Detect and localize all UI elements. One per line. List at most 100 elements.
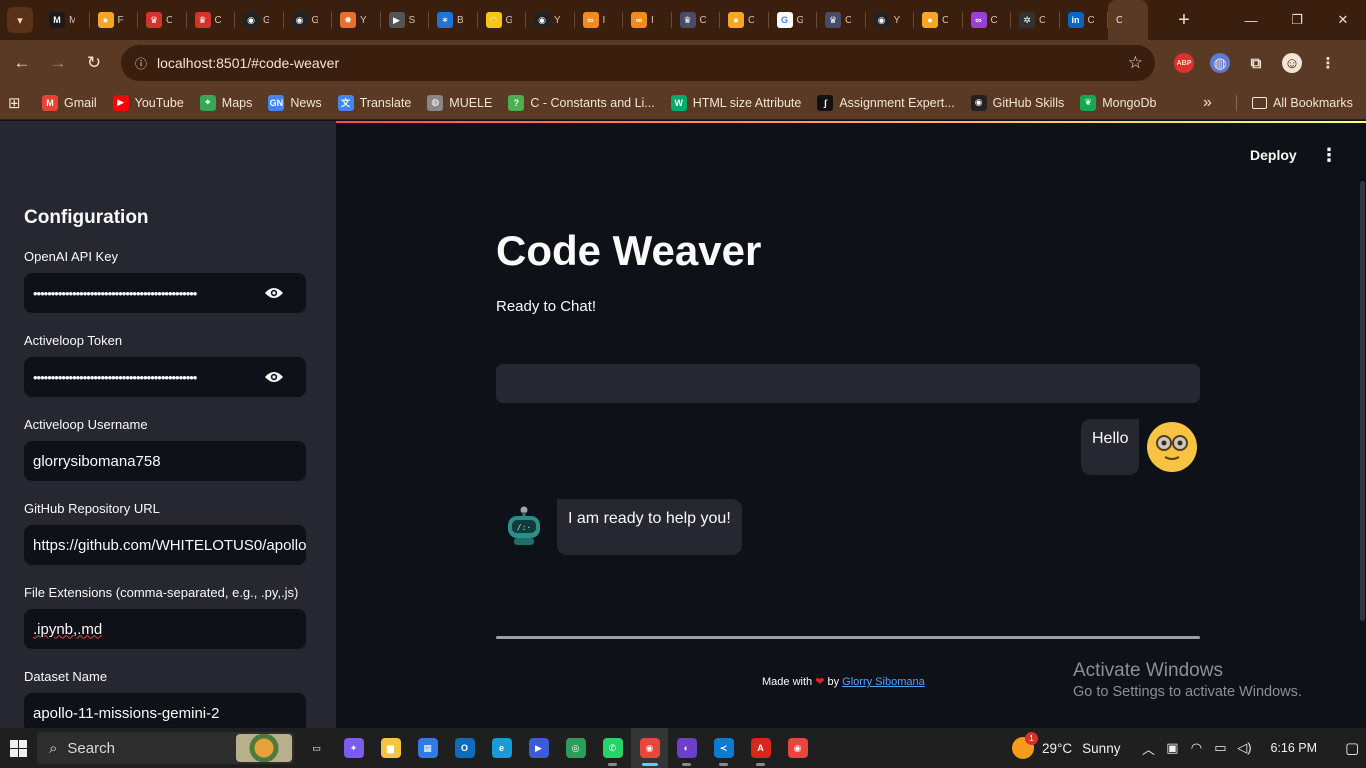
- all-bookmarks-button[interactable]: All Bookmarks: [1244, 89, 1361, 117]
- bookmark-item[interactable]: ◉ GitHub Skills: [963, 89, 1073, 117]
- browser-tab[interactable]: ◠ G: [478, 0, 527, 40]
- file-extensions-input[interactable]: .ipynb,.md: [24, 609, 306, 649]
- bookmark-item[interactable]: GN News: [260, 89, 329, 117]
- active-tab[interactable]: C: [1108, 0, 1148, 40]
- browser-tab[interactable]: ◉ G: [284, 0, 333, 40]
- taskbar-app[interactable]: ◐: [668, 728, 705, 768]
- browser-tab[interactable]: ◉ Y: [526, 0, 575, 40]
- taskbar-app[interactable]: ✆: [594, 728, 631, 768]
- openai-key-input[interactable]: ••••••••••••••••••••••••••••••••••••••••…: [24, 273, 306, 313]
- apps-grid-icon[interactable]: ⊞: [8, 94, 34, 112]
- tab-title: C: [990, 14, 997, 26]
- browser-tab[interactable]: ◉ Y: [866, 0, 915, 40]
- bookmark-item[interactable]: W HTML size Attribute: [663, 89, 810, 117]
- github-desktop-icon: ◐: [676, 738, 697, 758]
- tab-search-icon[interactable]: ▾: [7, 7, 33, 33]
- adblock-icon[interactable]: ABP: [1166, 45, 1202, 81]
- forward-button[interactable]: →: [40, 45, 76, 81]
- taskbar-app[interactable]: ▆: [372, 728, 409, 768]
- battery-icon[interactable]: ▭: [1208, 740, 1232, 756]
- user-message-text: Hello: [1092, 430, 1129, 447]
- bookmark-item[interactable]: ? C - Constants and Li...: [500, 89, 662, 117]
- volume-icon[interactable]: ◁): [1232, 740, 1256, 756]
- chrome-profile-icon: ◉: [787, 738, 808, 758]
- chat-input[interactable]: [496, 364, 1200, 403]
- browser-tab[interactable]: ∞ I: [623, 0, 672, 40]
- activeloop-token-input[interactable]: ••••••••••••••••••••••••••••••••••••••••…: [24, 357, 306, 397]
- reload-button[interactable]: ↻: [76, 45, 112, 81]
- weather-sun-icon[interactable]: 1: [1012, 732, 1038, 759]
- puzzle-icon[interactable]: ⧉: [1238, 45, 1274, 81]
- bookmark-label: MongoDb: [1102, 95, 1157, 110]
- taskbar-app[interactable]: ▶: [520, 728, 557, 768]
- taskbar-app[interactable]: ▦: [409, 728, 446, 768]
- weather-temp[interactable]: 29°C: [1042, 741, 1072, 756]
- clock[interactable]: 6:16 PM: [1270, 741, 1317, 755]
- show-password-eye-icon[interactable]: [264, 368, 284, 386]
- scrollbar[interactable]: [1360, 181, 1365, 621]
- taskbar-app[interactable]: O: [446, 728, 483, 768]
- address-bar[interactable]: ⓘ localhost:8501/#code-weaver ☆: [121, 45, 1155, 81]
- taskbar-app[interactable]: ▭: [298, 728, 335, 768]
- browser-tab[interactable]: ♛ C: [187, 0, 236, 40]
- show-password-eye-icon[interactable]: [264, 284, 284, 302]
- bookmark-item[interactable]: ▶ YouTube: [105, 89, 192, 117]
- browser-tab[interactable]: ● F: [90, 0, 139, 40]
- browser-tab[interactable]: ● C: [720, 0, 769, 40]
- browser-tab[interactable]: ▶ S: [381, 0, 430, 40]
- taskbar-app[interactable]: A: [742, 728, 779, 768]
- new-tab-button[interactable]: +: [1172, 9, 1196, 32]
- chevron-up-icon[interactable]: ︿: [1136, 739, 1160, 758]
- browser-tab[interactable]: GG: [769, 0, 818, 40]
- minimize-button[interactable]: —: [1228, 0, 1274, 40]
- copilot-icon: ∞: [970, 12, 987, 28]
- author-link[interactable]: Glorry Sibomana: [842, 676, 925, 688]
- activeloop-username-value: glorrysibomana758: [33, 452, 161, 470]
- bookmark-item[interactable]: M Gmail: [34, 89, 105, 117]
- back-button[interactable]: ←: [4, 45, 40, 81]
- browser-tab[interactable]: ✹ Y: [332, 0, 381, 40]
- browser-tab[interactable]: M Me: [41, 0, 90, 40]
- bookmark-star-icon[interactable]: ☆: [1128, 53, 1143, 73]
- taskbar-app[interactable]: e: [483, 728, 520, 768]
- bookmark-item[interactable]: 文 Translate: [330, 89, 420, 117]
- browser-tab[interactable]: ✲ C: [1011, 0, 1060, 40]
- browser-tab[interactable]: ♛ C: [138, 0, 187, 40]
- extension-globe-icon[interactable]: ◍: [1202, 45, 1238, 81]
- kebab-menu-icon[interactable]: ⋮: [1310, 45, 1346, 81]
- activeloop-username-input[interactable]: glorrysibomana758: [24, 441, 306, 481]
- github-url-input[interactable]: https://github.com/WHITELOTUS0/apollo-11…: [24, 525, 306, 565]
- taskbar-app[interactable]: ◎: [557, 728, 594, 768]
- taskbar-app[interactable]: ✦: [335, 728, 372, 768]
- browser-tab[interactable]: ♛ C: [817, 0, 866, 40]
- meet-now-icon[interactable]: ▣: [1160, 740, 1184, 756]
- deploy-button[interactable]: Deploy: [1250, 147, 1297, 163]
- taskbar-search[interactable]: ⌕ Search: [37, 732, 294, 764]
- taskbar-app[interactable]: ◉: [631, 728, 668, 768]
- bookmark-item[interactable]: ❦ MongoDb: [1072, 89, 1164, 117]
- main-menu-icon[interactable]: ⋮: [1320, 145, 1338, 166]
- notification-icon[interactable]: ▢: [1345, 739, 1359, 757]
- browser-tab[interactable]: ✶ B: [429, 0, 478, 40]
- dataset-name-input[interactable]: apollo-11-missions-gemini-2: [24, 693, 306, 728]
- weather-text[interactable]: Sunny: [1082, 741, 1120, 756]
- restore-button[interactable]: ❐: [1274, 0, 1320, 40]
- browser-tab[interactable]: in C: [1060, 0, 1109, 40]
- taskbar-app[interactable]: ◉: [779, 728, 816, 768]
- url-text[interactable]: localhost:8501/#code-weaver: [157, 55, 339, 71]
- bookmark-item[interactable]: ⌖ Maps: [192, 89, 261, 117]
- close-window-button[interactable]: ✕: [1320, 0, 1366, 40]
- browser-tab[interactable]: ◉ G: [235, 0, 284, 40]
- taskbar-app[interactable]: ≺: [705, 728, 742, 768]
- bookmark-item[interactable]: ∫ Assignment Expert...: [809, 89, 962, 117]
- browser-tab[interactable]: ∞ I: [575, 0, 624, 40]
- wifi-icon[interactable]: ◠: [1184, 740, 1208, 756]
- browser-tab[interactable]: ∞ C: [963, 0, 1012, 40]
- bookmark-item[interactable]: ◍ MUELE: [419, 89, 500, 117]
- browser-tab[interactable]: ♛ C: [672, 0, 721, 40]
- windows-start-icon[interactable]: [0, 728, 36, 768]
- profile-avatar-icon[interactable]: ☺: [1274, 45, 1310, 81]
- site-info-icon[interactable]: ⓘ: [129, 51, 153, 75]
- browser-tab[interactable]: ● C: [914, 0, 963, 40]
- more-bookmarks-button[interactable]: »: [1203, 89, 1221, 117]
